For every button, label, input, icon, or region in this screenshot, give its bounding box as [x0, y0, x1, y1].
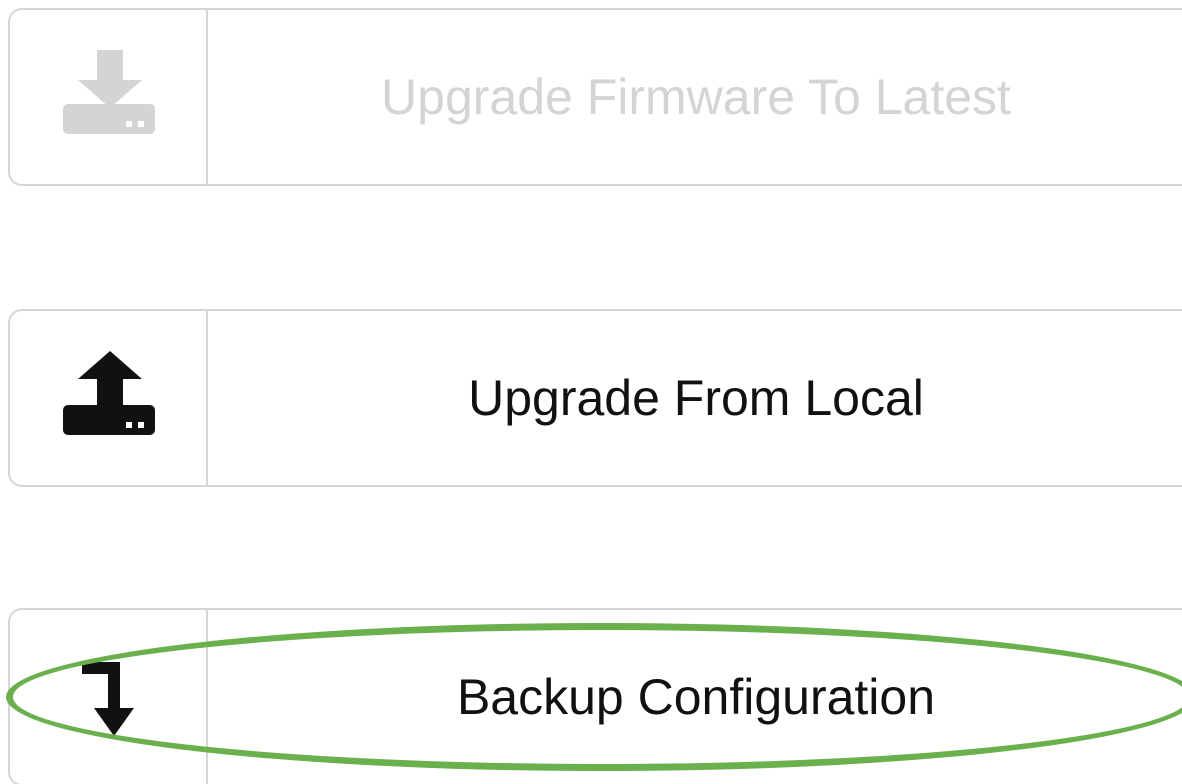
firmware-actions-panel: Upgrade Firmware To Latest Upgrade From …	[0, 0, 1182, 784]
backup-icon-cell	[10, 610, 206, 784]
upgrade-firmware-label: Upgrade Firmware To Latest	[381, 69, 1011, 125]
down-arrow-icon	[82, 662, 134, 736]
upload-icon	[63, 351, 155, 435]
upgrade-firmware-button[interactable]: Upgrade Firmware To Latest	[8, 8, 1182, 186]
upgrade-local-label: Upgrade From Local	[468, 370, 924, 426]
upgrade-local-icon-cell	[10, 311, 206, 485]
download-icon	[63, 50, 155, 134]
upgrade-from-local-button[interactable]: Upgrade From Local	[8, 309, 1182, 487]
backup-configuration-label: Backup Configuration	[456, 669, 936, 725]
backup-configuration-button[interactable]: Backup Configuration	[8, 608, 1182, 784]
upgrade-firmware-icon-cell	[10, 10, 206, 184]
